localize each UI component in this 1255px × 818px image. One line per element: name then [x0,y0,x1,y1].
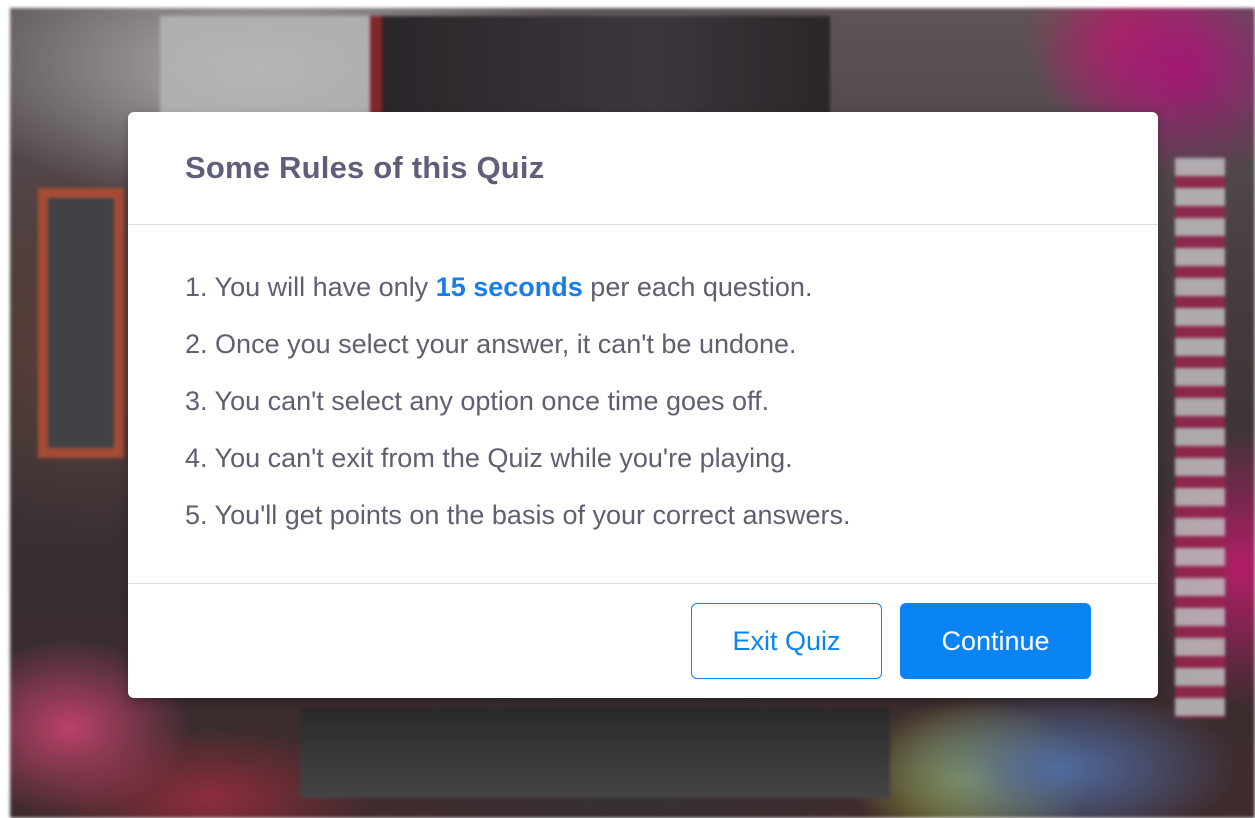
quiz-page: Some Rules of this Quiz 1. You will have… [0,0,1255,818]
rule-item-3: 3. You can't select any option once time… [185,381,1158,438]
rule-number: 1. [185,272,208,302]
rule-text: Once you select your answer, it can't be… [215,329,797,359]
rules-list: 1. You will have only 15 seconds per eac… [128,225,1158,584]
rule-text: You can't select any option once time go… [214,386,770,416]
rule-time-highlight: 15 seconds [435,272,583,302]
rules-dialog-header: Some Rules of this Quiz [128,112,1158,225]
exit-quiz-button[interactable]: Exit Quiz [691,603,882,679]
continue-button[interactable]: Continue [900,603,1091,679]
rule-number: 3. [185,386,208,416]
rule-item-2: 2. Once you select your answer, it can't… [185,324,1158,381]
rule-item-1: 1. You will have only 15 seconds per eac… [185,267,1158,324]
rule-text: You will have only [214,272,429,302]
rules-dialog: Some Rules of this Quiz 1. You will have… [128,112,1158,698]
rule-number: 5. [185,500,208,530]
rule-item-5: 5. You'll get points on the basis of you… [185,495,1158,552]
rule-text: You can't exit from the Quiz while you'r… [214,443,793,473]
rule-number: 4. [185,443,208,473]
rule-item-4: 4. You can't exit from the Quiz while yo… [185,438,1158,495]
rules-dialog-footer: Exit Quiz Continue [128,584,1158,698]
dialog-title: Some Rules of this Quiz [185,150,545,185]
rule-text: per each question. [590,272,813,302]
rule-number: 2. [185,329,208,359]
rule-text: You'll get points on the basis of your c… [214,500,851,530]
